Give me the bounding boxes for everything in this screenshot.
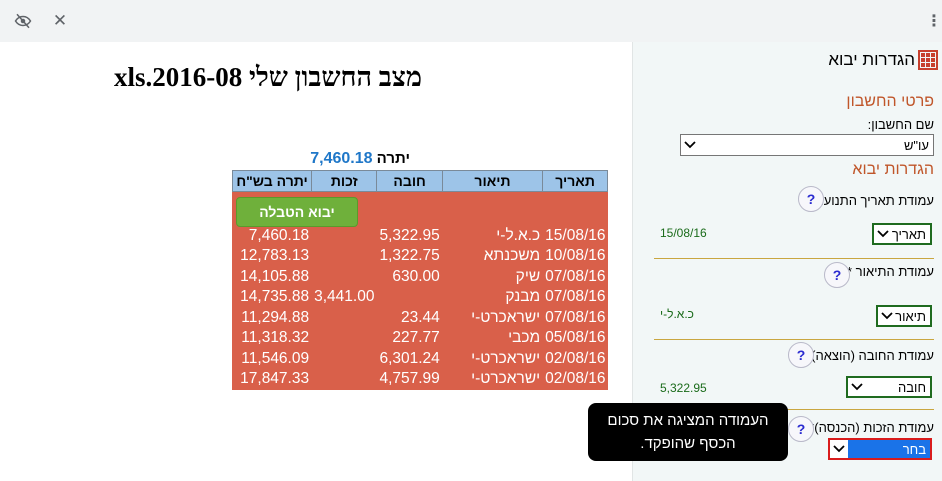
account-name-label: שם החשבון:: [867, 117, 934, 132]
cell-debit: 6,301.24: [376, 348, 443, 369]
cell-desc: מכבי: [441, 328, 543, 349]
cell-date: 15/08/16: [542, 225, 608, 246]
col-header-desc: תיאור: [441, 170, 544, 192]
cell-date: 07/08/16: [542, 307, 608, 328]
cell-balance: 12,783.13: [231, 246, 312, 267]
cell-desc: מבנק: [441, 287, 543, 308]
balance-value: 7,460.18: [310, 150, 373, 167]
cell-desc: ישראכרט-י: [441, 307, 543, 328]
cell-balance: 11,318.32: [231, 328, 312, 349]
cell-debit: 4,757.99: [376, 369, 443, 390]
page-title: מצב החשבון שלי 2016-08.xls: [114, 62, 422, 92]
cell-date: 07/08/16: [542, 266, 608, 287]
chevron-down-icon: [848, 378, 866, 396]
panel-header: הגדרות יבוא: [828, 50, 938, 70]
cell-credit: [311, 307, 377, 328]
help-icon[interactable]: ?: [798, 186, 824, 212]
help-icon[interactable]: ?: [824, 262, 850, 288]
cell-date: 02/08/16: [542, 348, 608, 369]
table-row: 10/08/16 משכנתא 1,322.75 12,783.13: [231, 246, 608, 267]
cell-debit: 23.44: [376, 307, 443, 328]
account-section-title: פרטי החשבון: [846, 93, 934, 110]
table-row: 05/08/16 מכבי 227.77 11,318.32: [231, 328, 608, 349]
desc-preview: כ.א.ל-י: [660, 307, 694, 321]
cell-balance: 11,546.09: [231, 348, 312, 369]
cell-date: 10/08/16: [542, 246, 608, 267]
cell-balance: 17,847.33: [231, 369, 312, 390]
table-row: 15/08/16 כ.א.ל-י 5,322.95 7,460.18: [231, 225, 608, 246]
balance-summary: יתרה 7,460.18: [230, 150, 410, 168]
import-table-button[interactable]: יבוא הטבלה: [236, 197, 358, 227]
help-tooltip: העמודה המציגה את סכום הכסף שהופקד.: [588, 403, 788, 461]
cell-desc: ישראכרט-י: [441, 369, 543, 390]
debit-column-select[interactable]: חובה: [846, 376, 932, 398]
table-row: 07/08/16 ישראכרט-י 23.44 11,294.88: [231, 307, 608, 328]
table-row: 07/08/16 מבנק 3,441.00 14,735.88: [231, 287, 608, 308]
col-header-balance: יתרה בש"ח: [231, 170, 313, 192]
cell-desc: ישראכרט-י: [441, 348, 543, 369]
cell-date: 02/08/16: [542, 369, 608, 390]
cell-balance: 14,735.88: [231, 287, 312, 308]
cell-credit: 3,441.00: [311, 287, 377, 308]
cell-credit: [311, 348, 377, 369]
cell-balance: 14,105.88: [231, 266, 312, 287]
desc-column-label: עמודת התיאור *:: [843, 264, 934, 279]
balance-label: יתרה: [376, 150, 410, 167]
table-grid-icon: [918, 50, 938, 70]
col-header-debit: חובה: [376, 170, 443, 192]
eye-off-icon[interactable]: [13, 11, 33, 31]
import-section-title: הגדרות יבוא: [852, 161, 934, 178]
cell-debit: 227.77: [376, 328, 443, 349]
date-column-value: תאריך: [891, 226, 926, 242]
chevron-down-icon: [830, 440, 848, 458]
cell-date: 05/08/16: [542, 328, 608, 349]
desc-column-value: תיאור: [895, 308, 926, 324]
cell-credit: [311, 328, 377, 349]
col-header-date: תאריך: [542, 170, 608, 192]
desc-column-select[interactable]: תיאור: [876, 305, 932, 327]
account-name-select[interactable]: עו"ש: [680, 134, 934, 156]
section-divider: [654, 339, 934, 340]
close-icon[interactable]: ✕: [50, 11, 70, 31]
chevron-down-icon: [681, 135, 699, 155]
date-preview: 15/08/16: [660, 226, 707, 240]
cell-balance: 7,460.18: [231, 225, 312, 246]
cell-credit: [311, 369, 377, 390]
cell-debit: [376, 287, 443, 308]
cell-balance: 11,294.88: [231, 307, 312, 328]
section-divider: [654, 258, 934, 259]
cell-credit: [311, 246, 377, 267]
cell-credit: [311, 266, 377, 287]
chevron-down-icon: [874, 225, 892, 243]
cell-desc: שיק: [441, 266, 543, 287]
browser-toolbar: ✕ ⋮: [0, 0, 942, 42]
cell-debit: 5,322.95: [376, 225, 443, 246]
date-column-select[interactable]: תאריך: [872, 223, 932, 245]
more-vert-icon[interactable]: ⋮: [924, 11, 942, 31]
table-row: 02/08/16 ישראכרט-י 6,301.24 11,546.09: [231, 348, 608, 369]
panel-title: הגדרות יבוא: [828, 50, 915, 69]
cell-desc: כ.א.ל-י: [441, 225, 543, 246]
credit-column-select[interactable]: בחר: [828, 438, 932, 460]
debit-column-value: חובה: [898, 379, 926, 395]
date-column-label: עמודת תאריך התנועה*:: [806, 193, 934, 208]
debit-column-label: עמודת החובה (הוצאה)*:: [802, 348, 934, 363]
cell-debit: 1,322.75: [376, 246, 443, 267]
col-header-credit: זכות: [311, 170, 378, 192]
cell-credit: [311, 225, 377, 246]
table-row: 07/08/16 שיק 630.00 14,105.88: [231, 266, 608, 287]
account-name-value: עו"ש: [903, 137, 929, 153]
table-row: 02/08/16 ישראכרט-י 4,757.99 17,847.33: [231, 369, 608, 390]
help-icon[interactable]: ?: [788, 342, 814, 368]
chevron-down-icon: [878, 307, 895, 325]
help-icon[interactable]: ?: [788, 416, 814, 442]
cell-debit: 630.00: [376, 266, 443, 287]
credit-column-value: בחר: [848, 440, 930, 458]
cell-desc: משכנתא: [441, 246, 543, 267]
debit-preview: 5,322.95: [660, 381, 707, 395]
credit-column-label: עמודת הזכות (הכנסה)*:: [805, 420, 934, 435]
cell-date: 07/08/16: [542, 287, 608, 308]
